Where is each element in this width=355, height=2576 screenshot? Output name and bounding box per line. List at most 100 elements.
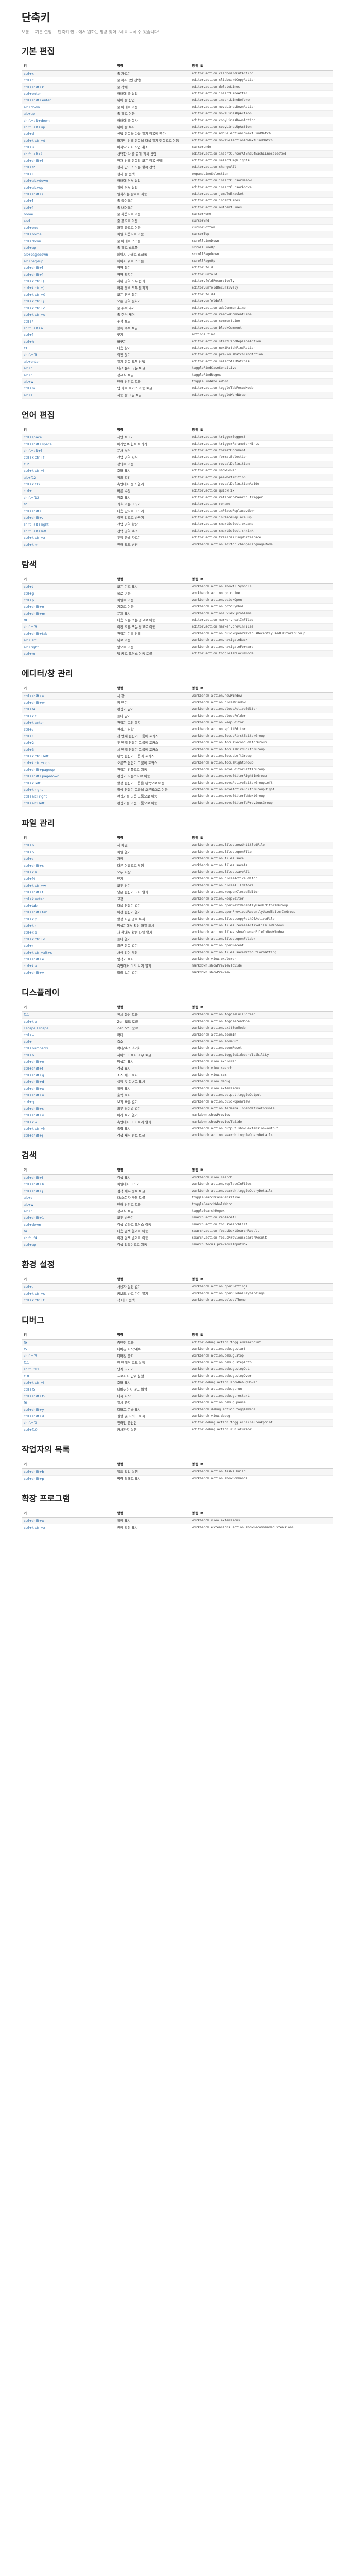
command-label: 제안 트리거 [115, 434, 190, 441]
table-row: ctrl+shift+u 출력 표시 workbench.action.output… [22, 1092, 333, 1099]
command-label: 탭 키로 포커스 이동 토글 [115, 385, 190, 392]
shortcut-table: 키 명령 명령 ID ctrl+, 사용자 설정 열기 workbench.action.… [22, 1274, 333, 1304]
command-id: editor.action.insertLineBefore [190, 97, 333, 104]
table-row: ctrl+down 검색 결과로 포커스 이동 search.action.focu… [22, 1221, 333, 1228]
table-row: alt+down 줄 아래로 이동 editor.action.moveLinesD… [22, 104, 333, 111]
command-id: workbench.action.files.saveAs [190, 862, 333, 869]
command-label: 폴더 열기 [115, 936, 190, 943]
command-id: editor.fold [190, 264, 333, 272]
shortcut-key: Escape Escape [22, 1025, 115, 1032]
command-id: scrollLineDown [190, 238, 333, 245]
command-label: 찾기 [115, 331, 190, 338]
command-label: 프로시저 단위 실행 [115, 1372, 190, 1380]
table-row: ctrl+= 확대 workbench.action.zoomIn [22, 1031, 333, 1039]
table-row: ctrl+tab 다음 편집기 열기 workbench.action.openNe… [22, 902, 333, 909]
shortcut-key: ctrl+\ [22, 726, 115, 733]
command-id: workbench.action.openSettings [190, 1283, 333, 1291]
command-id: workbench.debug.action.toggleRepl [190, 1406, 333, 1413]
table-row: ctrl+shift+tab 이전 편집기 열기 workbench.action.… [22, 909, 333, 916]
command-label: 새 창에서 활성 파일 열기 [115, 929, 190, 936]
shortcut-table: 키 명령 명령 ID ctrl+shift+f 검색 표시 workbench.view.… [22, 1165, 333, 1248]
table-row: f10 프로시저 단위 실행 workbench.action.debug.step… [22, 1372, 333, 1380]
table-row: ctrl+k left 활성 편집기 그룹을 왼쪽으로 이동 workbench.a… [22, 779, 333, 787]
shortcut-key: ctrl+down [22, 1221, 115, 1228]
shortcut-key: f8 [22, 617, 115, 624]
shortcut-key: ctrl+shift+e [22, 956, 115, 963]
shortcut-section: 디버그 키 명령 명령 ID f9 중단점 토글 editor.debug.action.t… [22, 1313, 333, 1433]
command-id: workbench.action.quickOpenPreviousRecent… [190, 630, 333, 637]
table-row: Escape Escape Zen 모드 종료 workbench.action.e… [22, 1025, 333, 1032]
table-row: shift+f9 인라인 중단점 editor.debug.action.toggl… [22, 1419, 333, 1427]
command-label: 줄 내어쓰기 [115, 204, 190, 211]
command-id: workbench.action.tasks.build [190, 1468, 333, 1476]
command-id: workbench.action.debug.stepOut [190, 1366, 333, 1373]
table-row: ctrl+k ctrl+u 줄 주석 제거 editor.action.remove… [22, 311, 333, 318]
command-label: 정규식 토글 [115, 1208, 190, 1215]
table-header-row: 키 명령 명령 ID [22, 1165, 333, 1175]
command-id: editor.unfoldAll [190, 298, 333, 305]
command-id: editor.action.moveSelectionToNextFindMat… [190, 137, 333, 144]
command-id: workbench.action.gotoLine [190, 590, 333, 597]
shortcut-key: ctrl+s [22, 855, 115, 862]
command-id: editor.action.referenceSearch.trigger [190, 494, 333, 501]
command-label: 세 번째 편집기 그룹에 포커스 [115, 746, 190, 753]
table-row: ctrl+k f12 측면에서 정의 열기 editor.action.reveal… [22, 481, 333, 488]
shortcut-key: ctrl+. [22, 487, 115, 495]
shortcut-key: ctrl+h [22, 338, 115, 345]
command-id: workbench.action.debug.stop [190, 1352, 333, 1360]
table-row: ctrl+up 검색 입력란으로 이동 search.focus.previousI… [22, 1241, 333, 1248]
table-row: shift+f5 디버깅 중지 workbench.action.debug.sto… [22, 1352, 333, 1360]
column-header: 명령 ID [190, 1330, 333, 1340]
table-row: alt+w 단어 단위로 토글 toggleFindWholeWord [22, 378, 333, 385]
shortcut-key: ctrl+shift+pagedown [22, 773, 115, 780]
command-id: scrollLineUp [190, 244, 333, 251]
shortcut-key: ctrl+shift+k [22, 83, 115, 91]
table-row: alt+pagedown 페이지 아래로 스크롤 scrollPageDown [22, 251, 333, 258]
command-label: 정규식 토글 [115, 371, 190, 379]
command-id: workbench.action.showCommands [190, 1475, 333, 1482]
command-label: 선택 영역 확장 [115, 521, 190, 528]
table-row: alt+c 대/소문자 구분 토글 toggleSearchCaseSensitiv… [22, 1194, 333, 1201]
shortcut-key: alt+z [22, 392, 115, 399]
command-id: expandLineSelection [190, 171, 333, 178]
command-label: 모두 바꾸기 [115, 1214, 190, 1222]
command-id: editor.debug.action.toggleInlineBreakpoi… [190, 1419, 333, 1427]
table-row: ctrl+k enter 고정 workbench.action.keepEdito… [22, 895, 333, 903]
column-header: 명령 ID [190, 1165, 333, 1175]
command-id: workbench.action.toggleSidebarVisibility [190, 1052, 333, 1059]
table-row: ctrl+- 축소 workbench.action.zoomOut [22, 1038, 333, 1045]
command-label: 대/소문자 구분 토글 [115, 365, 190, 372]
section-title: 탐색 [22, 560, 37, 569]
table-row: ctrl+shift+g 소스 제어 표시 workbench.view.scm [22, 1072, 333, 1079]
table-row: shift+alt+down 아래에 줄 복사 editor.action.copy… [22, 117, 333, 124]
shortcut-key: ctrl+] [22, 197, 115, 205]
shortcut-key: ctrl+shift+n [22, 692, 115, 700]
command-id: editor.action.marker.nextInFiles [190, 617, 333, 624]
shortcut-key: ctrl+down [22, 238, 115, 245]
shortcut-key: ctrl+shift+w [22, 699, 115, 706]
table-row: ctrl+shift+m 문제 표시 workbench.actions.view.… [22, 610, 333, 617]
shortcut-key: ctrl+alt+down [22, 177, 115, 184]
shortcut-key: ctrl+up [22, 244, 115, 251]
command-label: 영역 접기 [115, 264, 190, 272]
table-row: ctrl+shift+f 검색 표시 workbench.view.search [22, 1065, 333, 1072]
command-label: Zen 모드 토글 [115, 1018, 190, 1025]
table-row: f12 정의로 이동 editor.action.revealDefinition [22, 461, 333, 468]
command-label: 줄 위로 이동 [115, 110, 190, 117]
command-id: cursorEnd [190, 217, 333, 225]
table-row: ctrl+shift+tab 편집기 기록 탐색 workbench.action.… [22, 630, 333, 637]
shortcut-key: ctrl+k ctrl+t [22, 1297, 115, 1304]
command-label: 검색 세부 정보 토글 [115, 1132, 190, 1139]
command-label: 일치 항목 모두 선택 [115, 358, 190, 365]
shortcut-key: alt+r [22, 1208, 115, 1215]
shortcut-key: ctrl+f2 [22, 164, 115, 171]
command-id: workbench.action.debug.stepInto [190, 1359, 333, 1366]
table-row: f11 전체 화면 토글 workbench.action.toggleFullSc… [22, 1011, 333, 1019]
command-id: editor.action.insertCursorAtEndOfEachLin… [190, 150, 333, 158]
shortcut-key: ctrl+shift+v [22, 1112, 115, 1119]
shortcut-key: ctrl+shift+x [22, 1517, 115, 1524]
command-id: workbench.action.keepEditor [190, 895, 333, 903]
table-header-row: 키 명령 명령 ID [22, 833, 333, 842]
table-row: ctrl+m 탭 키로 포커스 이동 토글 editor.action.toggle… [22, 650, 333, 657]
table-row: alt+enter 일치 항목 모두 선택 editor.action.select… [22, 358, 333, 365]
